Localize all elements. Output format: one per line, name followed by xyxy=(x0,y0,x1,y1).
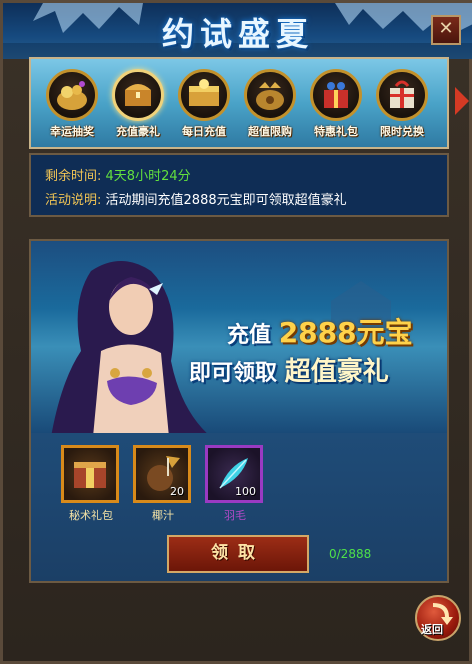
slogan-line2-prefix: 即可领取 xyxy=(189,361,278,386)
reward-name: 秘术礼包 xyxy=(69,509,113,522)
window-header: 约试盛夏 ✕ xyxy=(3,3,472,59)
tab-label: 超值限购 xyxy=(248,125,292,138)
gift-box-icon xyxy=(310,69,362,121)
tab-limited-purchase[interactable]: 超值限购 xyxy=(237,69,303,139)
reward-name: 羽毛 xyxy=(224,509,246,522)
reward-slot[interactable]: 20 椰汁 xyxy=(133,445,193,523)
reward-slot[interactable]: 100 羽毛 xyxy=(205,445,265,523)
slogan-amount: 2888元宝 xyxy=(278,316,413,349)
event-description-value: 活动期间充值2888元宝即可领取超值豪礼 xyxy=(105,193,347,208)
lucky-draw-icon xyxy=(46,69,98,121)
back-button[interactable]: 返回 xyxy=(415,595,461,641)
tab-lucky-draw[interactable]: 幸运抽奖 xyxy=(39,69,105,139)
dragon-cauldron-icon xyxy=(244,69,296,121)
gold-chest-icon xyxy=(178,69,230,121)
event-info-panel: 剩余时间: 4天8小时24分 活动说明: 活动期间充值2888元宝即可领取超值豪… xyxy=(29,153,449,217)
tab-label: 幸运抽奖 xyxy=(50,125,94,138)
tab-label: 限时兑换 xyxy=(380,125,424,138)
reward-name: 椰汁 xyxy=(152,509,174,522)
event-description-row: 活动说明: 活动期间充值2888元宝即可领取超值豪礼 xyxy=(45,189,347,208)
feather-icon: 100 xyxy=(205,445,263,503)
remaining-time-row: 剩余时间: 4天8小时24分 xyxy=(45,165,191,184)
close-button[interactable]: ✕ xyxy=(431,15,461,45)
reward-count: 20 xyxy=(170,485,184,498)
claim-button[interactable]: 领取 xyxy=(167,535,309,573)
reward-slot[interactable]: 秘术礼包 xyxy=(61,445,121,523)
reward-count: 100 xyxy=(235,485,256,498)
event-window: 约试盛夏 ✕ 幸运抽奖 充值豪礼 每日充值 超值限购 特惠礼包 限时兑换 剩余时… xyxy=(0,0,472,664)
spellbook-gift-icon xyxy=(61,445,119,503)
tab-label: 充值豪礼 xyxy=(116,125,160,138)
event-title: 约试盛夏 xyxy=(161,15,314,53)
tab-daily-recharge[interactable]: 每日充值 xyxy=(171,69,237,139)
activity-tabs: 幸运抽奖 充值豪礼 每日充值 超值限购 特惠礼包 限时兑换 xyxy=(29,57,449,149)
reward-panel: 秘术礼包 20 椰汁 100 羽毛 领取 0/2888 xyxy=(29,433,449,583)
event-description-label: 活动说明: xyxy=(45,193,102,208)
remaining-time-label: 剩余时间: xyxy=(45,169,102,184)
remaining-time-value: 4天8小时24分 xyxy=(105,169,191,184)
scroll-right-arrow-icon[interactable] xyxy=(455,87,469,115)
treasure-chest-icon xyxy=(112,69,164,121)
tab-recharge-gift[interactable]: 充值豪礼 xyxy=(105,69,171,139)
tab-time-exchange[interactable]: 限时兑换 xyxy=(369,69,435,139)
back-label: 返回 xyxy=(421,623,443,636)
tab-special-pack[interactable]: 特惠礼包 xyxy=(303,69,369,139)
slogan-highlight: 超值豪礼 xyxy=(284,357,389,387)
coconut-juice-icon: 20 xyxy=(133,445,191,503)
slogan-line1-prefix: 充值 xyxy=(227,323,272,348)
tab-label: 每日充值 xyxy=(182,125,226,138)
promo-banner: 充值 2888元宝 即可领取 超值豪礼 xyxy=(29,239,449,435)
close-icon: ✕ xyxy=(438,18,454,39)
banner-slogan-line1: 充值 2888元宝 xyxy=(227,311,413,351)
exchange-gift-icon xyxy=(376,69,428,121)
recharge-progress: 0/2888 xyxy=(329,547,372,561)
banner-slogan-line2: 即可领取 超值豪礼 xyxy=(189,351,389,388)
tab-label: 特惠礼包 xyxy=(314,125,358,138)
